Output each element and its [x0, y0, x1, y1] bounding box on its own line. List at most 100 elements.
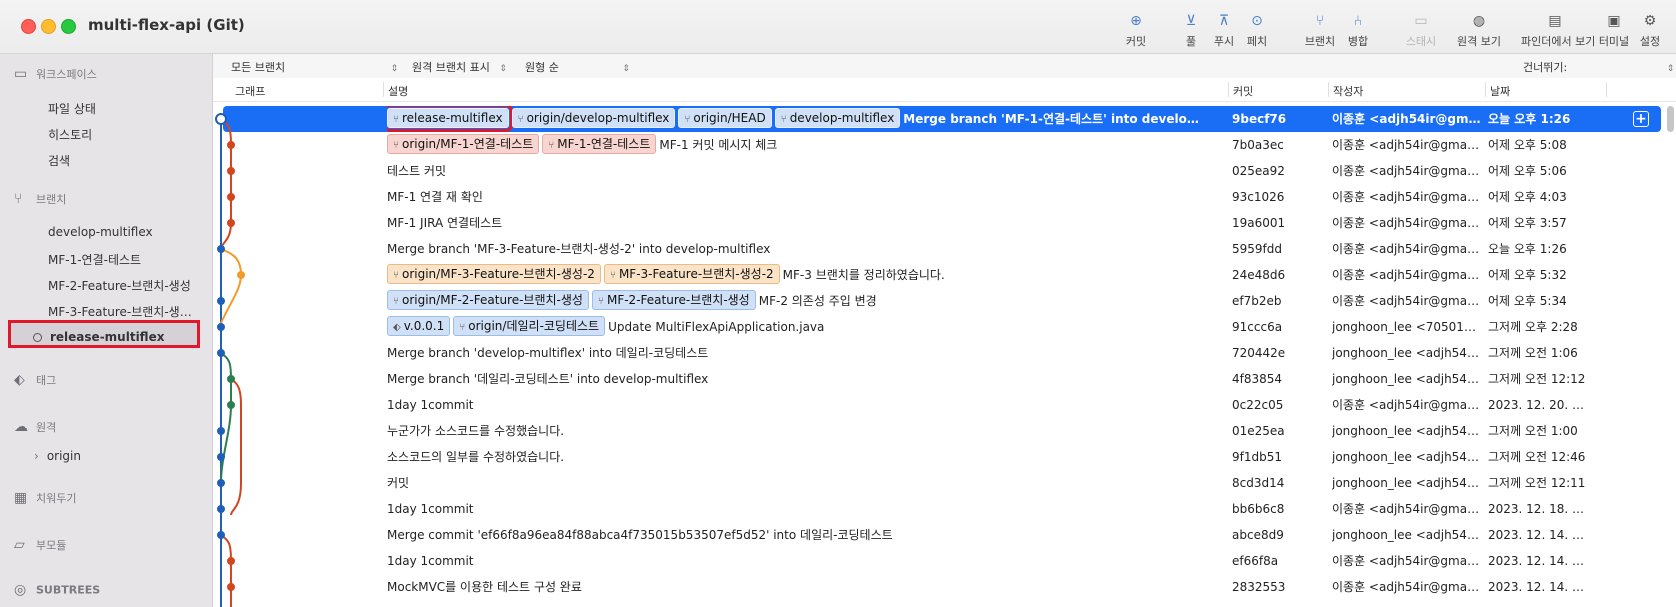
commit-dot[interactable] [227, 193, 235, 201]
branch-label[interactable]: ⑂ origin/MF-2-Feature-브랜치-생성 [387, 290, 589, 310]
commit-row[interactable]: ⬖ v.0.0.1 ⑂ origin/데일리-코딩테스트 Update MultiFle… [223, 314, 1661, 340]
commit-dot[interactable] [217, 479, 225, 487]
sidebar-item-release-multiflex[interactable]: release-multiflex [8, 320, 200, 348]
show-remote-button[interactable]: ◍ 원격 보기 [1451, 12, 1507, 49]
branch-label[interactable]: ⑂ origin/데일리-코딩테스트 [453, 316, 606, 336]
commit-row[interactable]: Merge branch 'develop-multiflex' into 데일… [223, 340, 1661, 366]
commit-dot[interactable] [227, 219, 235, 227]
branch-label[interactable]: ⑂ origin/MF-1-연결-테스트 [387, 134, 540, 154]
all-branches-select[interactable]: 모든 브랜치 ⇕ [231, 59, 398, 75]
sidebar-item-mf1[interactable]: MF-1-연결-테스트 [48, 251, 198, 268]
commit-hash: ef7b2eb [1232, 294, 1282, 308]
sidebar-item-history[interactable]: 히스토리 [48, 126, 198, 143]
column-author[interactable]: 작성자 [1333, 83, 1363, 99]
column-date[interactable]: 날짜 [1490, 83, 1510, 99]
ref-name: origin/develop-multiflex [526, 111, 670, 125]
commit-dot[interactable] [217, 531, 225, 539]
commit-dot[interactable] [217, 505, 225, 513]
sidebar-section-submodules[interactable]: ▱ 부모듈 [14, 537, 66, 553]
commit-description: 소스코드의 일부를 수정하였습니다. [387, 444, 1207, 470]
commit-author: 이종훈 <adjh54ir@gmail.co... [1332, 398, 1482, 412]
branch-label[interactable]: ⑂ origin/develop-multiflex [511, 108, 676, 128]
scrollbar[interactable] [1667, 106, 1674, 132]
show-in-finder-button[interactable]: ▤ 파인더에서 보기 [1521, 12, 1595, 49]
branch-label[interactable]: ⑂ MF-1-연결-테스트 [542, 134, 657, 154]
branch-label[interactable]: ⑂ origin/MF-3-Feature-브랜치-생성-2 [387, 264, 601, 284]
column-divider[interactable] [1606, 82, 1607, 97]
jump-to-select[interactable]: 건너뛰기: ⇕ [1523, 59, 1674, 75]
commit-button[interactable]: ⊕ 커밋 [1108, 12, 1164, 49]
commit-row[interactable]: MockMVC를 이용한 테스트 구성 완료 2832553 이종훈 <adjh54… [223, 574, 1661, 600]
sidebar-section-stashes[interactable]: ▦ 치워두기 [14, 490, 76, 506]
branch-label[interactable]: ⑂ develop-multiflex [774, 108, 901, 128]
graph-line-mf1-old [230, 378, 242, 516]
column-graph[interactable]: 그래프 [235, 83, 265, 99]
commit-row[interactable]: Merge branch 'MF-3-Feature-브랜치-생성-2' int… [223, 236, 1661, 262]
branch-label[interactable]: ⑂ MF-2-Feature-브랜치-생성 [591, 290, 756, 310]
commit-dot[interactable] [217, 427, 225, 435]
commit-dot[interactable] [217, 349, 225, 357]
commit-row[interactable]: 커밋 8cd3d14 jonghoon_lee <adjh54ir@... 그저께 오… [223, 470, 1661, 496]
ancestor-order-select[interactable]: 원형 순 ⇕ [525, 59, 630, 75]
column-description[interactable]: 설명 [388, 83, 408, 99]
settings-button[interactable]: ⚙ 설정 [1624, 12, 1676, 49]
zoom-window-button[interactable] [61, 19, 76, 34]
column-divider[interactable] [1328, 82, 1329, 97]
fetch-button[interactable]: ⊙ 페치 [1229, 12, 1285, 49]
sidebar-item-develop-multiflex[interactable]: develop-multiflex [48, 225, 198, 239]
commit-row[interactable]: 1day 1commit ef66f8a 이종훈 <adjh54ir@gmail.c… [223, 548, 1661, 574]
commit-dot[interactable] [227, 583, 235, 591]
sidebar-item-origin[interactable]: › origin [34, 449, 184, 463]
commit-row[interactable]: 테스트 커밋 025ea92 이종훈 <adjh54ir@gmail.co... 어제… [223, 158, 1661, 184]
commit-row[interactable]: ⑂ release-multiflex ⑂ origin/develop-multif… [223, 106, 1661, 132]
commit-row[interactable]: MF-1 JIRA 연결테스트 19a6001 이종훈 <adjh54ir@gmai… [223, 210, 1661, 236]
add-icon[interactable]: + [1633, 111, 1649, 127]
commit-row[interactable]: ⑂ origin/MF-1-연결-테스트 ⑂ MF-1-연결-테스트 MF-1 커밋 메… [223, 132, 1661, 158]
commit-dot[interactable] [227, 375, 235, 383]
commit-row[interactable]: Merge branch '데일리-코딩테스트' into develop-mu… [223, 366, 1661, 392]
commit-date: 2023. 12. 14. 오... [1488, 528, 1593, 542]
close-window-button[interactable] [21, 19, 36, 34]
commit-dot[interactable] [217, 245, 225, 253]
commit-row[interactable]: ⑂ origin/MF-3-Feature-브랜치-생성-2 ⑂ MF-3-Featu… [223, 262, 1661, 288]
branch-icon: ⑂ [393, 296, 399, 307]
commit-dot[interactable] [227, 141, 235, 149]
tag-label[interactable]: ⬖ v.0.0.1 [387, 316, 451, 336]
column-commit[interactable]: 커밋 [1233, 83, 1253, 99]
sidebar-section-subtrees[interactable]: ◎ SUBTREES [14, 582, 100, 598]
commit-row[interactable]: 1day 1commit 0c22c05 이종훈 <adjh54ir@gmail.c… [223, 392, 1661, 418]
commit-dot[interactable] [217, 453, 225, 461]
column-divider[interactable] [1228, 82, 1229, 97]
sidebar-item-mf3[interactable]: MF-3-Feature-브랜치-생성-2 [48, 303, 193, 320]
sidebar-section-tags[interactable]: ⬖ 태그 [14, 372, 56, 388]
commit-dot[interactable] [217, 297, 225, 305]
minimize-window-button[interactable] [41, 19, 56, 34]
commit-row[interactable]: 누군가가 소스코드를 수정했습니다. 01e25ea jonghoon_lee <a… [223, 418, 1661, 444]
commit-dot[interactable] [215, 113, 227, 125]
branch-label[interactable]: ⑂ release-multiflex [387, 106, 513, 132]
commit-row[interactable]: 1day 1commit bb6b6c8 이종훈 <adjh54ir@gmail.c… [223, 496, 1661, 522]
chevron-right-icon[interactable]: › [34, 449, 39, 463]
stash-button[interactable]: ▭ 스태시 [1393, 12, 1449, 49]
sidebar-item-mf2[interactable]: MF-2-Feature-브랜치-생성 [48, 277, 198, 294]
merge-button[interactable]: ⑃ 병합 [1330, 12, 1386, 49]
branch-label[interactable]: ⑂ origin/HEAD [678, 108, 772, 128]
commit-row[interactable]: MF-1 연결 재 확인 93c1026 이종훈 <adjh54ir@gmail.c… [223, 184, 1661, 210]
sidebar-section-workspace[interactable]: ▭ 워크스페이스 [14, 66, 97, 82]
sidebar-item-file-status[interactable]: 파일 상태 [48, 100, 198, 117]
commit-row[interactable]: 소스코드의 일부를 수정하였습니다. 9f1db51 jonghoon_lee <a… [223, 444, 1661, 470]
commit-dot[interactable] [237, 271, 245, 279]
sidebar-item-search[interactable]: 검색 [48, 152, 198, 169]
sidebar-section-remotes[interactable]: ☁ 원격 [14, 419, 56, 435]
show-remote-branches-select[interactable]: 원격 브랜치 표시 ⇕ [412, 59, 507, 75]
sidebar-section-branches[interactable]: ⑂ 브랜치 [14, 191, 66, 207]
column-divider[interactable] [1485, 82, 1486, 97]
commit-dot[interactable] [227, 557, 235, 565]
commit-row[interactable]: ⑂ origin/MF-2-Feature-브랜치-생성 ⑂ MF-2-Feature… [223, 288, 1661, 314]
column-divider[interactable] [383, 82, 384, 97]
commit-row[interactable]: Merge commit 'ef66f8a96ea84f88abca4f7350… [223, 522, 1661, 548]
branch-label[interactable]: ⑂ MF-3-Feature-브랜치-생성-2 [603, 264, 780, 284]
commit-dot[interactable] [227, 401, 235, 409]
commit-dot[interactable] [227, 167, 235, 175]
commit-dot[interactable] [217, 323, 225, 331]
